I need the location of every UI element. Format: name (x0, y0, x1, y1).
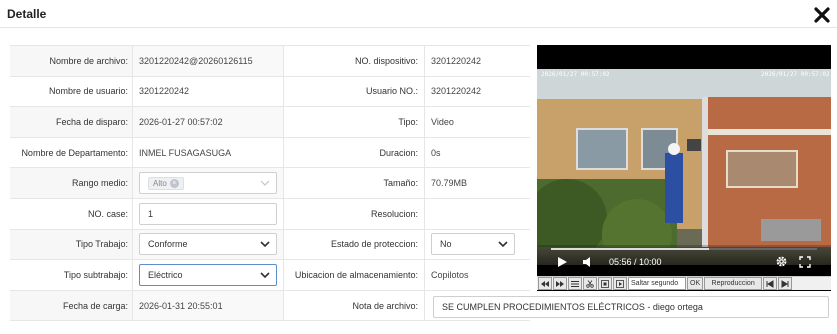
select-value: No (440, 239, 452, 250)
tag-label: Alto (153, 178, 167, 188)
nombre-archivo-value: 3201220242@20260126115 (132, 46, 284, 76)
reproduccion-button[interactable]: Reproduccion (704, 277, 763, 290)
form-row: Tipo Trabajo: Conforme Estado de protecc… (10, 229, 530, 261)
field-label: Estado de proteccion: (330, 239, 418, 250)
field-label: Tamaño: (383, 178, 418, 189)
rewind-icon (541, 280, 549, 287)
video-timestamp-left: 2026/01/27 00:57:02 (541, 71, 610, 78)
rewind-button[interactable] (538, 277, 552, 290)
list-button[interactable] (568, 277, 582, 290)
field-label: Nota de archivo: (352, 300, 418, 311)
field-label: Duracion: (379, 147, 418, 158)
play-icon[interactable] (556, 256, 568, 268)
form-row: NO. case: 1 Resolucion: (10, 198, 530, 230)
video-progress[interactable] (551, 248, 817, 250)
tag-remove-icon[interactable]: × (169, 178, 179, 188)
field-label: Nombre de Departamento: (21, 147, 128, 158)
video-timestamp-right: 2026/01/27 00:57:02 (761, 71, 830, 78)
dialog-title: Detalle (7, 7, 47, 21)
skip-back-icon (766, 279, 774, 288)
fecha-carga-value: 2026-01-31 20:55:01 (132, 290, 284, 321)
tipo-trabajo-select[interactable]: Conforme (139, 233, 277, 256)
rango-medio-cell: Alto × (132, 168, 284, 198)
field-label: Fecha de disparo: (10, 107, 132, 137)
usuario-no-value: 3201220242 (424, 76, 530, 107)
rango-medio-select[interactable]: Alto × (139, 172, 277, 195)
frame-back-button[interactable] (598, 277, 612, 290)
tipo-trabajo-cell: Conforme (132, 229, 284, 260)
form-row: Fecha de disparo: 2026-01-27 00:57:02 Ti… (10, 107, 530, 138)
next-file-button[interactable] (778, 277, 793, 290)
field-label: Rango medio: (10, 168, 132, 198)
video-player[interactable]: 2026/01/27 00:57:02 2026/01/27 00:57:02 … (537, 45, 831, 291)
fast-forward-button[interactable] (553, 277, 567, 290)
field-label: Tipo subtrabajo: (63, 269, 128, 280)
field-label: Tipo: (398, 116, 418, 127)
field-label: Fecha de carga: (10, 290, 132, 321)
field-label: Nombre de usuario: (48, 86, 128, 97)
form-row: Nombre de usuario: 3201220242 Usuario NO… (10, 76, 530, 108)
volume-icon[interactable] (582, 256, 594, 268)
no-dispositivo-value: 3201220242 (424, 46, 530, 76)
departamento-value: INMEL FUSAGASUGA (132, 137, 284, 168)
estado-proteccion-select[interactable]: No (431, 233, 515, 256)
fast-forward-icon (556, 280, 564, 287)
prev-file-button[interactable] (763, 277, 778, 290)
skip-forward-icon (781, 279, 789, 288)
ubicacion-value: Copilotos (424, 260, 530, 290)
chevron-down-icon (260, 180, 270, 187)
duracion-value: 0s (424, 137, 530, 168)
field-label: Nombre de archivo: (10, 46, 132, 76)
select-value: Eléctrico (148, 269, 183, 280)
frame-back-icon (601, 279, 609, 288)
field-label: NO. case: (87, 208, 128, 219)
ok-button[interactable]: OK (687, 277, 704, 290)
form-row: Tipo subtrabajo: Eléctrico Ubicacion de … (10, 260, 530, 291)
field-label: Ubicacion de almacenamiento: (294, 269, 418, 280)
frame-forward-button[interactable] (613, 277, 627, 290)
chevron-down-icon (260, 241, 270, 248)
detail-form: Nombre de archivo: 3201220242@2026012611… (10, 45, 530, 322)
video-time: 05:56 / 10:00 (609, 257, 662, 267)
select-value: Conforme (148, 239, 188, 250)
field-label: Usuario NO.: (365, 86, 418, 97)
no-case-cell: 1 (132, 198, 284, 229)
cut-button[interactable] (583, 277, 597, 290)
tipo-subtrabajo-select[interactable]: Eléctrico (139, 263, 277, 286)
form-row: Rango medio: Alto × Tamaño: 70.79MB (10, 168, 530, 199)
dialog-header: Detalle (0, 0, 837, 28)
video-progress-fill (551, 248, 709, 250)
tipo-subtrabajo-cell: Eléctrico (132, 260, 284, 290)
chevron-down-icon (498, 241, 508, 248)
resolucion-value (424, 198, 530, 229)
field-label: Resolucion: (370, 208, 418, 219)
field-label: Tipo Trabajo: (10, 229, 132, 260)
list-icon (571, 280, 579, 287)
scissors-icon (586, 279, 594, 288)
close-icon[interactable] (813, 6, 831, 24)
form-row: Nombre de archivo: 3201220242@2026012611… (10, 46, 530, 77)
form-row: Nombre de Departamento: INMEL FUSAGASUGA… (10, 137, 530, 169)
estado-proteccion-cell: No (424, 229, 530, 260)
fecha-disparo-value: 2026-01-27 00:57:02 (132, 107, 284, 137)
tipo-value: Video (424, 107, 530, 137)
tamano-value: 70.79MB (424, 168, 530, 198)
nombre-usuario-value: 3201220242 (132, 76, 284, 107)
playback-toolbar: Saltar segundo OK Reproduccion (537, 276, 831, 290)
frame-forward-icon (616, 279, 624, 288)
field-label: NO. dispositivo: (354, 55, 418, 66)
fullscreen-icon[interactable] (799, 256, 811, 268)
skip-seconds-input[interactable]: Saltar segundo (628, 277, 686, 290)
no-case-input[interactable]: 1 (139, 202, 277, 225)
gear-icon[interactable] (775, 255, 788, 268)
video-frame (537, 69, 831, 265)
chevron-down-icon (260, 272, 270, 279)
rango-medio-tag: Alto × (148, 176, 184, 190)
nota-archivo-input[interactable]: SE CUMPLEN PROCEDIMIENTOS ELÉCTRICOS - d… (433, 296, 829, 318)
